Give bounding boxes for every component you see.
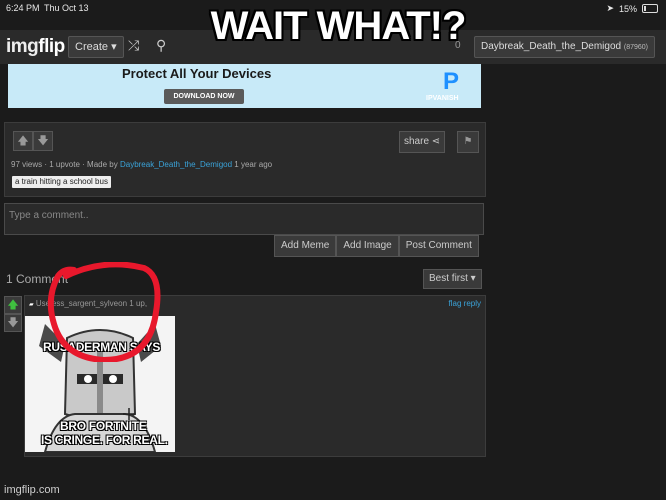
battery-percent: 15%	[618, 3, 637, 14]
status-date: Thu Oct 13	[44, 3, 89, 13]
view-count: 97 views	[11, 160, 43, 169]
author-link[interactable]: Daybreak_Death_the_Demigod	[120, 160, 232, 169]
flag-link[interactable]: flag	[449, 299, 462, 308]
share-button[interactable]: share ⋖	[399, 131, 446, 153]
meme-bottom-text-1: BRO FORTNITE	[60, 419, 147, 433]
user-rank-icon: ▰	[29, 302, 34, 308]
shuffle-icon[interactable]: ⤮	[128, 37, 139, 54]
meme-bottom-text-2: IS CRINGE. FOR REAL.	[41, 433, 168, 447]
right-eye	[109, 375, 117, 383]
logo-part-b: flip	[38, 36, 65, 57]
comment-actions: Add Meme Add Image Post Comment	[274, 235, 479, 257]
comment-upvote-icon[interactable]: 🡅	[4, 296, 22, 314]
helmet-ridge	[97, 346, 103, 416]
add-meme-button[interactable]: Add Meme	[274, 235, 337, 257]
post-comment-button[interactable]: Post Comment	[398, 235, 479, 257]
ad-brand: IPVANISH	[426, 95, 459, 102]
ad-headline: Protect All Your Devices	[122, 66, 272, 81]
location-icon: ➤	[606, 3, 614, 13]
comment-downvote-icon[interactable]: 🡇	[4, 314, 22, 332]
ad-banner[interactable]: Protect All Your Devices DOWNLOAD NOW P …	[8, 64, 481, 108]
add-image-button[interactable]: Add Image	[336, 235, 399, 257]
meme-top-text: RUSADERMAN SAYS	[43, 340, 161, 354]
left-eye	[84, 375, 92, 383]
share-label: share	[404, 136, 430, 147]
status-time: 6:24 PM	[6, 3, 40, 13]
flag-icon[interactable]: ⚑	[457, 131, 479, 153]
comment-user: ▰ Useless_sargent_sylveon 1 up,	[29, 299, 147, 308]
made-by-label: Made by	[87, 160, 118, 169]
ad-download-button[interactable]: DOWNLOAD NOW	[164, 89, 244, 104]
comment-links: flag reply	[449, 299, 481, 308]
reply-link[interactable]: reply	[464, 299, 481, 308]
username: Daybreak_Death_the_Demigod	[481, 41, 622, 52]
search-icon[interactable]: ⚲	[156, 37, 166, 54]
post-info-panel: 🡅 🡇 share ⋖ ⚑ 97 views · 1 upvote · Made…	[4, 122, 486, 197]
post-meta: 97 views · 1 upvote · Made by Daybreak_D…	[11, 160, 273, 169]
post-tag[interactable]: a train hitting a school bus	[12, 176, 111, 188]
comment-username[interactable]: Useless_sargent_sylveon	[36, 299, 127, 308]
user-menu-button[interactable]: Daybreak_Death_the_Demigod (87960)	[474, 36, 656, 58]
meme-caption: WAIT WHAT!?	[210, 4, 467, 48]
vote-group: 🡅 🡇	[13, 131, 53, 151]
imgflip-logo[interactable]: imgflip	[6, 36, 65, 58]
share-icon: ⋖	[431, 136, 441, 147]
ad-brand-mark: P	[443, 68, 460, 95]
logo-part-a: img	[6, 36, 39, 57]
create-button[interactable]: Create ▾	[68, 36, 124, 58]
comment-meme-image[interactable]: RUSADERMAN SAYS BRO FORTNITE IS CRINGE. …	[25, 316, 175, 452]
status-right: ➤ 15%	[606, 3, 658, 14]
sort-dropdown[interactable]: Best first ▾	[423, 269, 482, 289]
screen: 6:24 PM Thu Oct 13 ➤ 15% imgflip Create …	[0, 0, 666, 500]
user-points: (87960)	[623, 44, 649, 51]
comment-input[interactable]: Type a comment..	[4, 203, 484, 235]
upvote-arrow-icon[interactable]: 🡅	[13, 131, 33, 151]
comments-count: 1 Comment	[6, 272, 69, 286]
battery-icon	[642, 4, 658, 13]
downvote-arrow-icon[interactable]: 🡇	[33, 131, 53, 151]
imgflip-watermark: imgflip.com	[4, 484, 60, 496]
upvote-count: 1 upvote	[49, 160, 80, 169]
comment-points: 1 up,	[129, 299, 148, 308]
post-age: 1 year ago	[234, 160, 273, 169]
comment-card: ▰ Useless_sargent_sylveon 1 up, flag rep…	[24, 295, 486, 457]
